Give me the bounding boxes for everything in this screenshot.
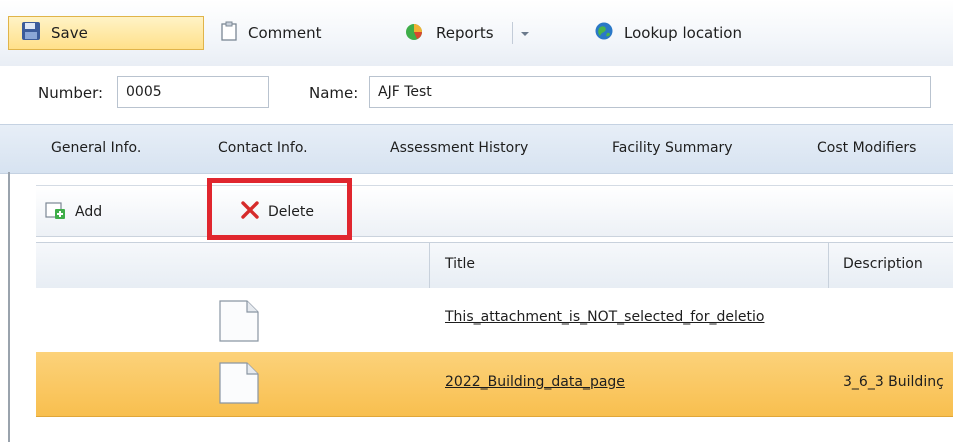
delete-highlight-box <box>207 178 352 240</box>
globe-icon <box>594 21 614 45</box>
lookup-location-button[interactable]: Lookup location <box>594 16 742 50</box>
attachment-title-link[interactable]: This_attachment_is_NOT_selected_for_dele… <box>445 309 827 325</box>
reports-label: Reports <box>436 24 494 42</box>
reports-divider <box>512 22 513 44</box>
add-button[interactable]: Add <box>45 200 102 224</box>
column-header-title[interactable]: Title <box>445 256 475 272</box>
main-toolbar: Save Comment Reports Lookup location <box>0 0 953 67</box>
tab-assessment-history[interactable]: Assessment History <box>390 140 528 156</box>
column-header-description[interactable]: Description <box>843 256 923 272</box>
comment-button[interactable]: Comment <box>220 16 322 50</box>
tab-strip: General Info. Contact Info. Assessment H… <box>0 124 953 174</box>
tab-contact-info[interactable]: Contact Info. <box>218 140 308 156</box>
save-button[interactable]: Save <box>8 16 204 50</box>
chevron-down-icon <box>520 24 530 42</box>
add-label: Add <box>75 204 103 220</box>
document-icon <box>219 362 259 408</box>
name-label: Name: <box>309 84 359 102</box>
document-icon <box>219 300 259 346</box>
tab-facility-summary[interactable]: Facility Summary <box>612 140 733 156</box>
reports-button[interactable]: Reports <box>404 16 494 50</box>
tab-general-info[interactable]: General Info. <box>51 140 141 156</box>
table-row[interactable]: This_attachment_is_NOT_selected_for_dele… <box>36 288 953 353</box>
identity-form: Number: Name: <box>0 66 953 122</box>
comment-label: Comment <box>248 24 322 42</box>
column-divider <box>429 243 430 289</box>
column-divider <box>828 243 829 289</box>
add-attachment-icon <box>45 200 67 224</box>
clipboard-icon <box>220 21 238 45</box>
attachments-grid-header: Title Description <box>36 242 953 290</box>
tab-cost-modifiers[interactable]: Cost Modifiers <box>817 140 916 156</box>
table-row-selected[interactable]: 2022_Building_data_page 3_6_3 Buildinç <box>36 352 953 417</box>
save-label: Save <box>51 24 88 42</box>
number-field[interactable] <box>117 76 269 108</box>
number-label: Number: <box>38 84 104 102</box>
attachment-description: 3_6_3 Buildinç <box>843 374 944 390</box>
name-field[interactable] <box>369 76 931 108</box>
panel-left-border <box>8 172 10 442</box>
pie-chart-icon <box>404 21 426 45</box>
reports-dropdown-button[interactable] <box>520 16 530 50</box>
lookup-location-label: Lookup location <box>624 24 742 42</box>
attachment-title-link[interactable]: 2022_Building_data_page <box>445 374 827 390</box>
floppy-disk-icon <box>21 21 41 45</box>
attachment-actions-bar: Add Delete <box>36 185 953 237</box>
